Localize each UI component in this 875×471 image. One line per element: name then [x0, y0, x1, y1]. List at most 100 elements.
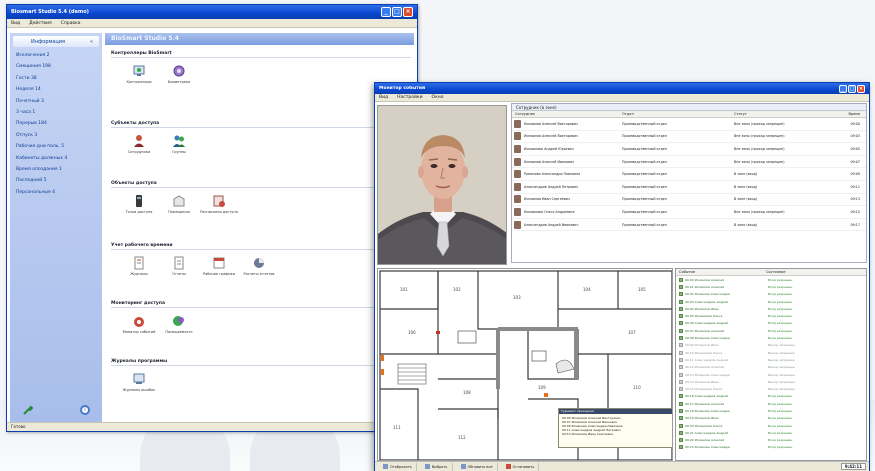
select-button[interactable]: Выбрать	[421, 462, 453, 471]
section-time-tracking: Учет рабочего времени Журналы Отчеты Раб…	[111, 243, 411, 276]
column-status[interactable]: Статус	[734, 111, 846, 117]
table-row[interactable]: Исмаилова Ольга Андреевна Производственны…	[512, 206, 866, 219]
biometrics-button[interactable]: Биометрика	[159, 64, 199, 84]
window-title-bar[interactable]: Biosmart Studio 5.4 (demo) _ □ ×	[7, 5, 417, 19]
event-row[interactable]: 09:20 Исмаилова Ольга Вход разрешен	[676, 422, 866, 429]
window-title: Biosmart Studio 5.4 (demo)	[11, 9, 89, 15]
event-row[interactable]: 09:19 Исмаилов Иван Вход разрешен	[676, 415, 866, 422]
close-button[interactable]: ×	[857, 84, 865, 93]
event-row[interactable]: 09:23 Романова Александра Вход разрешен	[676, 444, 866, 451]
floor-plan[interactable]: 101 102 103 104 105 106 107 108 109 110 111 112 …	[377, 268, 673, 461]
event-row[interactable]: 09:07 Исмаилов Алексей Вход разрешен	[676, 327, 866, 334]
table-row[interactable]: Александров Андрей Петрович Производствен…	[512, 181, 866, 194]
sidebar-item[interactable]: Неделя 14	[16, 84, 102, 95]
error-logs-button[interactable]: Журналы ошибок	[119, 372, 159, 392]
event-row[interactable]: 09:15 Исмаилова Ольга Выход запрещен	[676, 385, 866, 392]
access-points-button[interactable]: Точки доступа	[119, 194, 159, 214]
sidebar-item[interactable]: Персональные 4	[16, 187, 102, 198]
controllers-button[interactable]: Контроллеры	[119, 64, 159, 84]
window-title-bar[interactable]: Монитор событий _ □ ×	[375, 83, 869, 94]
menu-actions[interactable]: Действия	[29, 21, 52, 26]
sidebar-item[interactable]: Последний 5	[16, 175, 102, 186]
sidebar-item[interactable]: Время опоздания 1	[16, 164, 102, 175]
svg-text:104: 104	[583, 287, 591, 292]
menu-help[interactable]: Справка	[61, 21, 81, 26]
employee-name-cell: Исмаилов Иван Сергеевич	[524, 197, 570, 202]
close-button[interactable]: ×	[403, 7, 413, 17]
work-schedules-button[interactable]: Рабочие графики	[199, 256, 239, 276]
event-row[interactable]: 09:12 Исмаилов Алексей Выход запрещен	[676, 364, 866, 371]
table-row[interactable]: Исмаилов Алексей Викторович Производствен…	[512, 131, 866, 144]
calendar-icon	[213, 257, 225, 269]
collapse-icon[interactable]: «	[90, 39, 93, 45]
sidebar-item[interactable]: Гости 38	[16, 73, 102, 84]
event-row[interactable]: 09:14 Исмаилов Иван Выход запрещен	[676, 378, 866, 385]
groups-button[interactable]: Группы	[159, 134, 199, 154]
reports-button[interactable]: Отчеты	[159, 256, 199, 276]
event-row[interactable]: 09:22 Исмаилов Алексей Вход разрешен	[676, 437, 866, 444]
rooms-button[interactable]: Помещения	[159, 194, 199, 214]
event-state: Вход разрешен	[768, 416, 793, 421]
sidebar-item[interactable]: Кабинеты должных 4	[16, 153, 102, 164]
event-row[interactable]: 09:06 Александров Андрей Вход разрешен	[676, 320, 866, 327]
minimize-button[interactable]: _	[381, 7, 391, 17]
column-time[interactable]: Время	[846, 111, 866, 117]
maximize-button[interactable]: □	[848, 84, 856, 93]
sidebar-item[interactable]: 3 часа 1	[16, 107, 102, 118]
event-row[interactable]: 09:09 Исмаилов Иван Выход запрещен	[676, 342, 866, 349]
sidebar-item[interactable]: Исключения 2	[16, 50, 102, 61]
sidebar-item[interactable]: Отпуск 3	[16, 130, 102, 141]
event-monitor-button[interactable]: Монитор событий	[119, 314, 159, 334]
tab-employees-in-zone[interactable]: Сотрудник (в зоне)	[512, 104, 866, 111]
event-row[interactable]: 09:03 Александров Андрей Вход разрешен	[676, 298, 866, 305]
stop-button[interactable]: Остановить	[502, 462, 540, 471]
menu-settings[interactable]: Настройки	[397, 95, 422, 100]
table-row[interactable]: Исмаилов Иван Сергеевич Производственный …	[512, 194, 866, 207]
minimize-button[interactable]: _	[839, 84, 847, 93]
table-row[interactable]: Исмаилов Алексей Иванович Производственны…	[512, 156, 866, 169]
table-row[interactable]: Исмаилова Андрей Юрьевич Производственный…	[512, 143, 866, 156]
column-event[interactable]: Событие	[676, 269, 766, 275]
table-row[interactable]: Романова Александра Павловна Производстве…	[512, 168, 866, 181]
time-cell: 09:11	[850, 184, 860, 189]
refresh-all-button[interactable]: Обновить всё	[457, 462, 498, 471]
event-row[interactable]: 09:13 Романова Александра Выход запрещен	[676, 371, 866, 378]
maximize-button[interactable]: □	[392, 7, 402, 17]
sidebar-item[interactable]: Рабочие дни поль. 5	[16, 141, 102, 152]
event-row[interactable]: 09:16 Александров Андрей Вход разрешен	[676, 393, 866, 400]
event-row[interactable]: 09:11 Александров Андрей Выход запрещен	[676, 356, 866, 363]
column-state[interactable]: Состояние	[766, 269, 866, 275]
employees-button[interactable]: Сотрудники	[119, 134, 159, 154]
sidebar-header[interactable]: Информация «	[13, 36, 99, 47]
menu-view[interactable]: Вид	[11, 21, 20, 26]
event-row[interactable]: 09:02 Романова Александра Вход разрешен	[676, 291, 866, 298]
report-calculations-button[interactable]: Расчеты отчетов	[239, 256, 279, 276]
event-row[interactable]: 09:01 Исмаилов Алексей Вход разрешен	[676, 283, 866, 290]
event-row[interactable]: 09:17 Исмаилов Алексей Вход разрешен	[676, 400, 866, 407]
sidebar-item[interactable]: Перерыв 184	[16, 118, 102, 129]
section-title: Журналы программы	[111, 359, 411, 366]
event-row[interactable]: 09:10 Исмаилова Ольга Выход запрещен	[676, 349, 866, 356]
department-cell: Производственный отдел	[622, 121, 667, 126]
event-row[interactable]: 09:21 Александров Андрей Вход разрешен	[676, 429, 866, 436]
event-row[interactable]: 09:08 Романова Александра Вход разрешен	[676, 334, 866, 341]
table-row[interactable]: Исмаилов Алексей Викторович Производствен…	[512, 118, 866, 131]
menu-view[interactable]: Вид	[379, 95, 388, 100]
column-employee[interactable]: Сотрудник	[512, 111, 622, 117]
menu-window[interactable]: Окно	[432, 95, 444, 100]
table-row[interactable]: Александров Андрей Иванович Производствен…	[512, 219, 866, 232]
event-row[interactable]: 09:05 Исмаилова Ольга Вход разрешен	[676, 312, 866, 319]
access-schedules-button[interactable]: Расписания доступа	[199, 194, 239, 214]
event-row[interactable]: 09:00 Исмаилов Алексей Вход разрешен	[676, 276, 866, 283]
event-row[interactable]: 09:18 Романова Александра Вход разрешен	[676, 407, 866, 414]
department-cell: Производственный отдел	[622, 209, 667, 214]
journals-button[interactable]: Журналы	[119, 256, 159, 276]
attendance-button[interactable]: Посещаемость	[159, 314, 199, 334]
event-row[interactable]: 09:04 Исмаилов Иван Вход разрешен	[676, 305, 866, 312]
sidebar-item[interactable]: Смещения 198	[16, 61, 102, 72]
info-icon[interactable]: i	[80, 405, 90, 415]
wrench-icon[interactable]	[22, 404, 34, 416]
column-department[interactable]: Отдел	[622, 111, 734, 117]
show-button[interactable]: Отобразить	[379, 462, 417, 471]
sidebar-item[interactable]: Почетный 3	[16, 96, 102, 107]
